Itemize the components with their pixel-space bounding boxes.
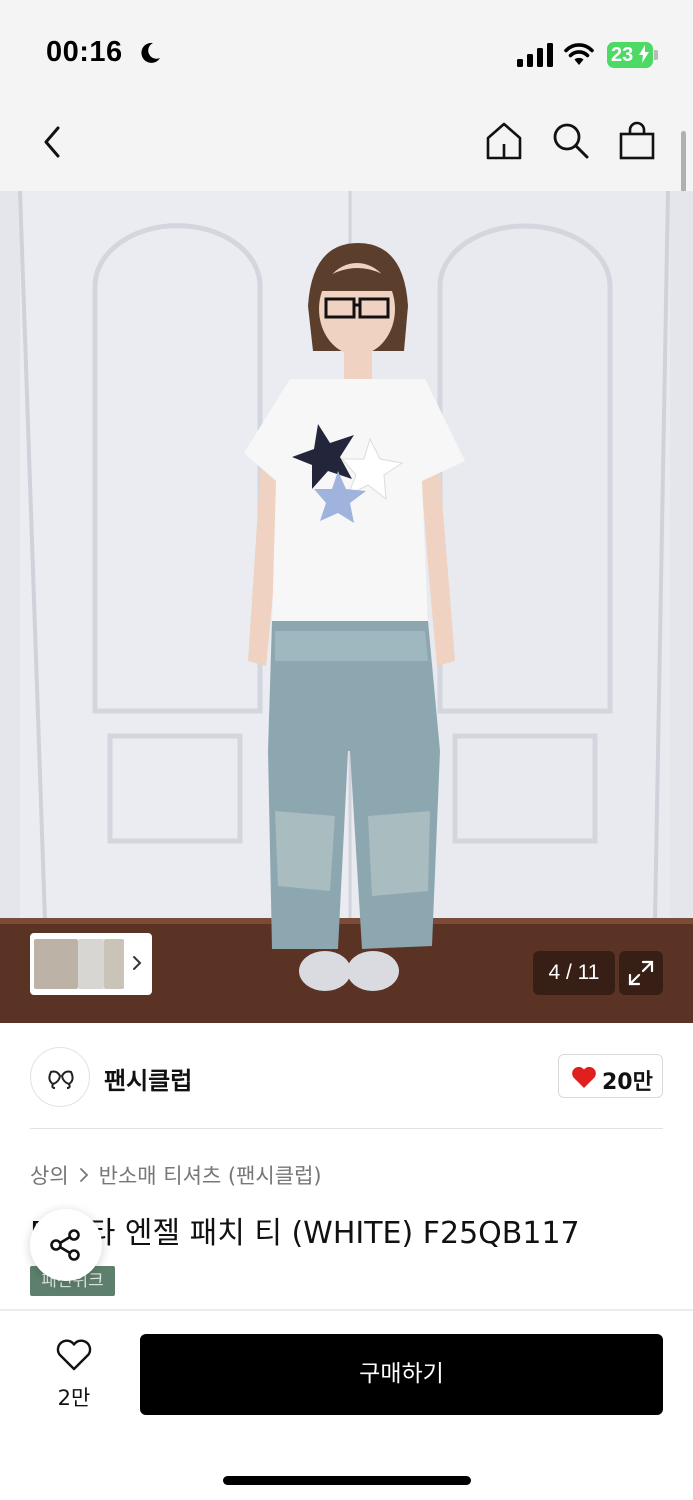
- thumbnail-strip[interactable]: [30, 933, 152, 995]
- home-indicator[interactable]: [223, 1476, 471, 1485]
- product-image[interactable]: 4 / 11: [0, 191, 693, 1023]
- heart-filled-icon: [572, 1066, 596, 1088]
- search-icon[interactable]: [550, 120, 590, 162]
- brand-row: 팬시클럽 20만: [0, 1023, 693, 1129]
- status-bar: 00:16 23: [0, 0, 693, 100]
- share-icon: [50, 1229, 80, 1261]
- brand-name[interactable]: 팬시클럽: [104, 1061, 192, 1096]
- image-counter: 4 / 11: [533, 951, 615, 995]
- share-button[interactable]: [30, 1209, 102, 1281]
- signal-icon: [517, 43, 553, 67]
- thumbnail-image[interactable]: [104, 939, 124, 989]
- battery-tip: [654, 50, 658, 60]
- wifi-icon: [564, 43, 594, 65]
- wishlist-button[interactable]: 2만: [44, 1336, 104, 1412]
- thumbnail-image[interactable]: [34, 939, 78, 989]
- product-title: B 스타 엔젤 패치 티 (WHITE) F25QB117: [30, 1216, 580, 1251]
- wishlist-count: 2만: [57, 1386, 91, 1410]
- thumbnail-image[interactable]: [78, 939, 104, 989]
- heart-outline-icon: [56, 1339, 92, 1371]
- chevron-right-icon: [79, 1168, 88, 1182]
- model-photo: [0, 191, 693, 1023]
- breadcrumb: 상의 반소매 티셔츠 (팬시클럽): [30, 1160, 322, 1190]
- status-time: 00:16: [46, 36, 123, 68]
- chevron-right-icon[interactable]: [130, 953, 144, 973]
- back-icon[interactable]: [36, 122, 70, 162]
- buy-button[interactable]: 구매하기: [140, 1334, 663, 1415]
- battery-level: 23: [611, 44, 634, 66]
- brand-like-count: 20만: [602, 1070, 653, 1095]
- breadcrumb-category[interactable]: 상의: [30, 1160, 69, 1190]
- expand-button[interactable]: [619, 951, 663, 995]
- divider: [30, 1128, 663, 1129]
- brand-like-button[interactable]: 20만: [558, 1054, 663, 1098]
- battery-indicator: 23: [607, 42, 653, 68]
- moon-icon: [141, 42, 160, 63]
- charging-bolt-icon: [638, 45, 649, 63]
- brand-logo-icon: [48, 1070, 74, 1089]
- shopping-bag-icon[interactable]: [617, 120, 657, 162]
- bottom-bar-divider: [0, 1309, 693, 1311]
- home-icon[interactable]: [484, 120, 524, 162]
- nav-bar: [0, 100, 693, 191]
- brand-logo[interactable]: [30, 1047, 90, 1107]
- expand-icon: [628, 960, 654, 986]
- breadcrumb-subcategory[interactable]: 반소매 티셔츠 (팬시클럽): [99, 1160, 322, 1190]
- scrollbar[interactable]: [681, 131, 686, 199]
